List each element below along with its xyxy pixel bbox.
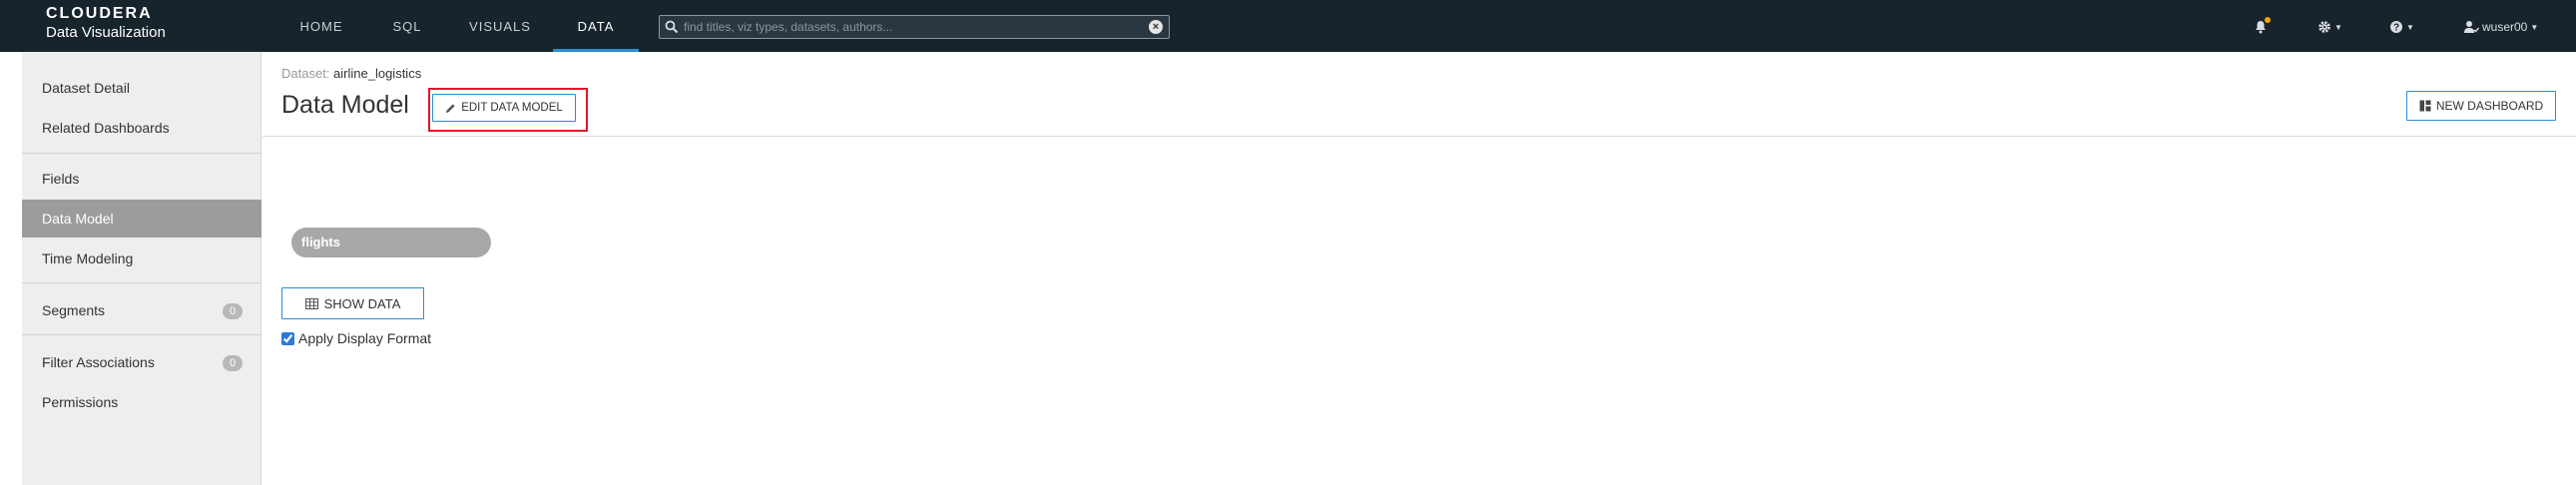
edit-data-model-button[interactable]: EDIT DATA MODEL — [432, 94, 576, 122]
sidebar-item-label: Segments — [42, 302, 106, 318]
header-divider — [262, 136, 2576, 137]
apply-display-format-option[interactable]: Apply Display Format — [281, 330, 431, 346]
search-input[interactable] — [684, 16, 1143, 38]
dashboard-icon — [2419, 100, 2431, 112]
table-icon — [304, 297, 318, 309]
nav-tab-sql[interactable]: SQL — [389, 0, 425, 52]
sidebar-item-dataset-detail[interactable]: Dataset Detail — [22, 69, 261, 107]
show-data-button[interactable]: SHOW DATA — [281, 287, 424, 319]
sidebar-item-data-model[interactable]: Data Model — [22, 200, 261, 238]
segments-count-badge: 0 — [223, 303, 243, 319]
nav-tab-data[interactable]: DATA — [553, 0, 639, 52]
notifications-button[interactable] — [2254, 17, 2271, 36]
svg-text:?: ? — [2393, 23, 2399, 34]
user-menu[interactable]: wuser00 ▼ — [2463, 18, 2538, 36]
new-dashboard-label: NEW DASHBOARD — [2435, 99, 2544, 113]
sidebar-item-related-dashboards[interactable]: Related Dashboards — [22, 109, 261, 147]
pencil-icon — [446, 103, 455, 113]
breadcrumb-label: Dataset: — [281, 66, 330, 81]
user-icon — [2464, 21, 2479, 33]
chevron-down-icon: ▼ — [2334, 22, 2342, 32]
chevron-down-icon: ▼ — [2406, 22, 2414, 32]
notification-dot — [2265, 17, 2271, 23]
sidebar-item-time-modeling[interactable]: Time Modeling — [22, 240, 261, 277]
apply-display-format-label: Apply Display Format — [298, 330, 432, 346]
sidebar-item-fields[interactable]: Fields — [22, 160, 261, 198]
help-icon: ? — [2390, 21, 2402, 34]
brand-name: CLOUDERA — [46, 5, 153, 22]
global-search: × — [659, 15, 1170, 39]
help-menu[interactable]: ? ▼ — [2389, 18, 2414, 36]
brand-logo[interactable]: CLOUDERA Data Visualization — [46, 5, 166, 42]
apply-display-format-checkbox[interactable] — [281, 331, 294, 345]
clear-search-icon[interactable]: × — [1149, 20, 1163, 34]
sidebar-divider — [22, 334, 261, 335]
gear-icon — [2318, 21, 2330, 33]
page-title: Data Model — [281, 91, 409, 119]
username: wuser00 — [2482, 20, 2528, 34]
nav-tab-visuals[interactable]: VISUALS — [467, 0, 533, 52]
top-navbar: CLOUDERA Data Visualization HOME SQL VIS… — [0, 0, 2576, 52]
sidebar-divider — [22, 153, 261, 154]
sidebar-divider — [22, 282, 261, 283]
chevron-down-icon: ▼ — [2530, 22, 2539, 32]
table-node-flights[interactable]: flights — [291, 228, 491, 257]
sidebar-item-filter-associations[interactable]: Filter Associations 0 — [22, 343, 261, 381]
sidebar-item-segments[interactable]: Segments 0 — [22, 291, 261, 329]
sidebar-item-label: Filter Associations — [42, 354, 155, 370]
dataset-sidebar: Dataset Detail Related Dashboards Fields… — [22, 52, 261, 485]
filter-associations-count-badge: 0 — [223, 355, 243, 371]
edit-data-model-label: EDIT DATA MODEL — [461, 102, 563, 114]
sidebar-item-permissions[interactable]: Permissions — [22, 383, 261, 421]
brand-product: Data Visualization — [46, 24, 166, 41]
breadcrumb-dataset-name[interactable]: airline_logistics — [333, 66, 421, 81]
search-icon — [665, 20, 679, 34]
settings-menu[interactable]: ▼ — [2318, 18, 2342, 36]
nav-tab-home[interactable]: HOME — [297, 0, 345, 52]
breadcrumb: Dataset: airline_logistics — [281, 66, 421, 81]
new-dashboard-button[interactable]: NEW DASHBOARD — [2406, 91, 2556, 121]
show-data-label: SHOW DATA — [323, 295, 401, 311]
